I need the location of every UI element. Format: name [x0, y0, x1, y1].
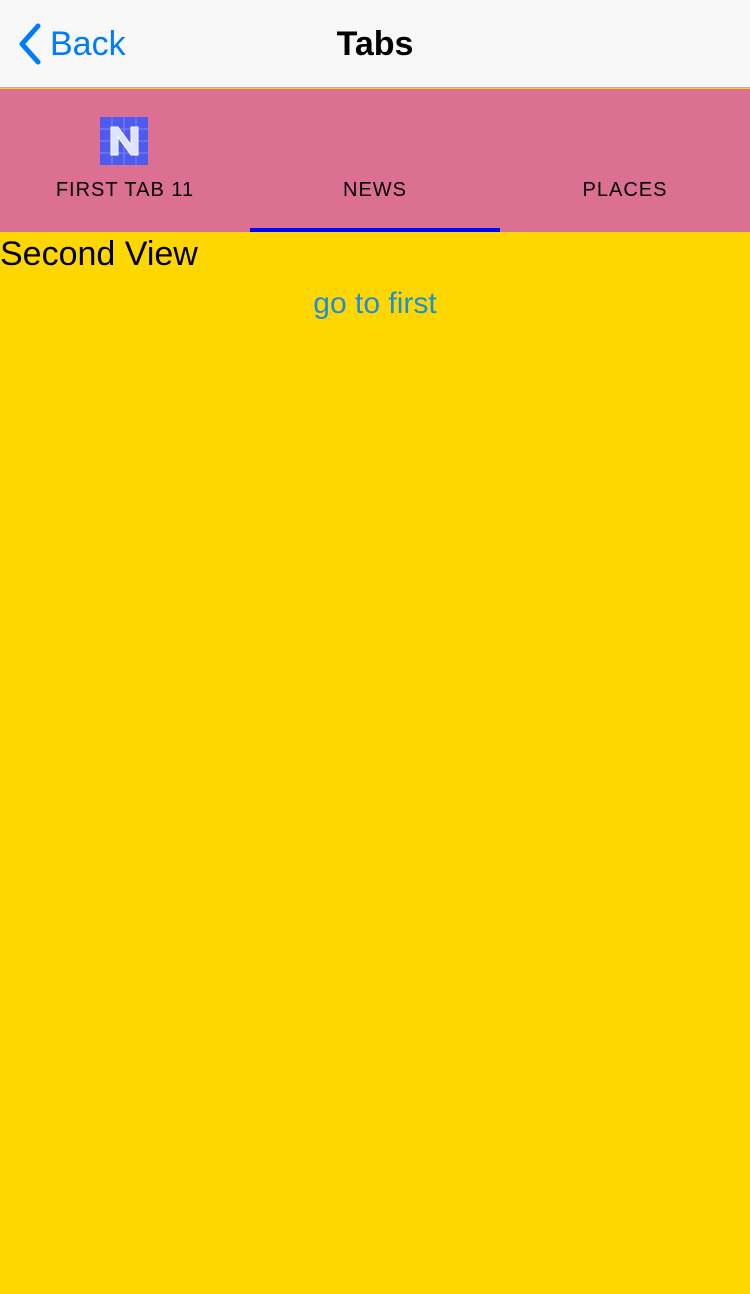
- view-heading: Second View: [0, 235, 198, 273]
- navigation-bar: Back Tabs: [0, 0, 750, 88]
- tab-label: NEWS: [343, 179, 407, 201]
- tab-places[interactable]: PLACES: [500, 89, 750, 232]
- page-title: Tabs: [336, 25, 414, 63]
- tab-first-tab[interactable]: FIRST TAB 11: [0, 89, 250, 232]
- tab-label: FIRST TAB 11: [55, 179, 195, 201]
- nativescript-logo-icon: [100, 117, 148, 165]
- screen: Back Tabs FIRST TAB 11 NEWS PLACES Secon…: [0, 0, 750, 1294]
- tab-strip: FIRST TAB 11 NEWS PLACES: [0, 89, 750, 232]
- tab-content: Second View go to first: [0, 232, 750, 1294]
- tab-news[interactable]: NEWS: [250, 89, 500, 232]
- go-to-first-button[interactable]: go to first: [0, 284, 750, 324]
- tab-label: PLACES: [582, 179, 668, 201]
